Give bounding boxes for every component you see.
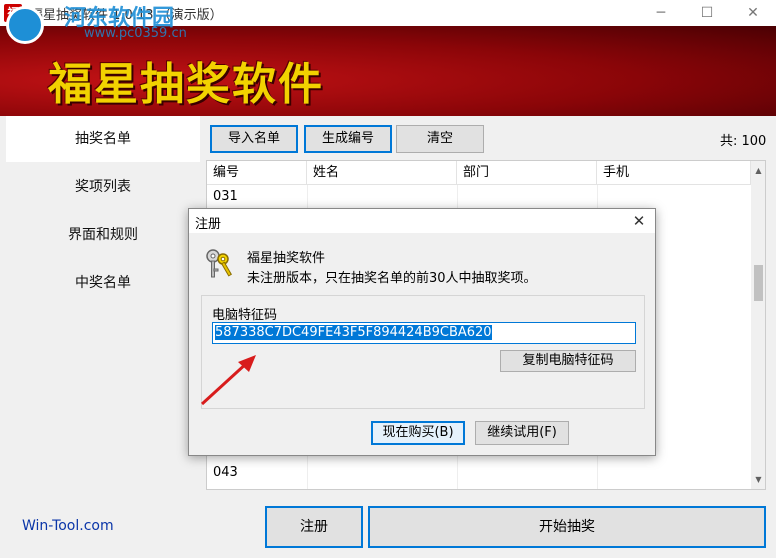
- continue-trial-button[interactable]: 继续试用(F): [475, 421, 569, 445]
- machine-code-label: 电脑特征码: [212, 308, 278, 323]
- annotation-arrow-icon: [200, 355, 256, 406]
- keys-icon: [206, 249, 232, 278]
- dialog-message: 未注册版本，只在抽奖名单的前30人中抽取奖项。: [247, 271, 537, 286]
- column-header-name[interactable]: 姓名: [307, 161, 457, 185]
- scroll-up-icon[interactable]: ▲: [751, 163, 765, 178]
- dialog-title-bar: 注册 ✕: [189, 209, 655, 233]
- dialog-app-name: 福星抽奖软件: [247, 251, 326, 266]
- sidebar-item-prize-list[interactable]: 奖项列表: [6, 164, 200, 210]
- table-row[interactable]: 031: [207, 185, 238, 209]
- table-scrollbar[interactable]: ▲ ▼: [751, 161, 765, 489]
- generate-number-button[interactable]: 生成编号: [304, 125, 392, 153]
- website-link[interactable]: Win-Tool.com: [22, 518, 114, 534]
- maximize-icon[interactable]: ☐: [684, 0, 730, 26]
- table-row[interactable]: 043: [207, 461, 238, 485]
- minimize-icon[interactable]: ─: [638, 0, 684, 26]
- dialog-close-icon[interactable]: ✕: [629, 211, 649, 231]
- dialog-title: 注册: [195, 217, 222, 232]
- scroll-thumb[interactable]: [754, 265, 763, 301]
- clear-button[interactable]: 清空: [396, 125, 484, 153]
- close-icon[interactable]: ✕: [730, 0, 776, 26]
- banner-title: 福星抽奖软件: [48, 59, 324, 110]
- sidebar: 抽奖名单 奖项列表 界面和规则 中奖名单: [0, 116, 202, 500]
- column-header-phone[interactable]: 手机: [597, 161, 751, 185]
- register-dialog: 注册 ✕ 福星抽奖软件 未注册版本，只在抽奖名单的前30人中抽取奖项。 电脑特征…: [188, 208, 656, 456]
- start-draw-button[interactable]: 开始抽奖: [368, 506, 766, 548]
- register-button[interactable]: 注册: [265, 506, 363, 548]
- sidebar-item-draw-list[interactable]: 抽奖名单: [6, 116, 200, 162]
- copy-machine-code-button[interactable]: 复制电脑特征码: [500, 350, 636, 372]
- watermark-url: www.pc0359.cn: [84, 26, 187, 41]
- import-list-button[interactable]: 导入名单: [210, 125, 298, 153]
- column-header-department[interactable]: 部门: [457, 161, 597, 185]
- machine-code-value: 587338C7DC49FE43F5F894424B9CBA620: [215, 325, 492, 340]
- machine-code-group: 电脑特征码 587338C7DC49FE43F5F894424B9CBA620 …: [201, 295, 645, 409]
- watermark-logo-icon: [6, 6, 44, 44]
- scroll-down-icon[interactable]: ▼: [751, 472, 765, 487]
- total-count: 共: 100: [720, 134, 767, 149]
- sidebar-item-winner-list[interactable]: 中奖名单: [6, 260, 200, 306]
- buy-now-button[interactable]: 现在购买(B): [371, 421, 465, 445]
- machine-code-field[interactable]: 587338C7DC49FE43F5F894424B9CBA620: [212, 322, 636, 344]
- sidebar-item-interface-rules[interactable]: 界面和规则: [6, 212, 200, 258]
- column-header-number[interactable]: 编号: [207, 161, 307, 185]
